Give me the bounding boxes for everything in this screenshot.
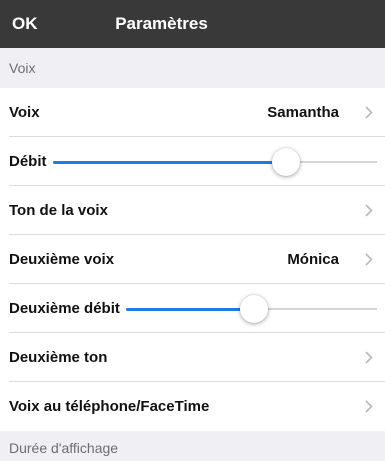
- page-title: Paramètres: [115, 14, 208, 33]
- rate-label: Débit: [9, 153, 47, 170]
- second-pitch-row[interactable]: Deuxième ton: [0, 333, 385, 382]
- second-rate-slider-thumb[interactable]: [239, 294, 268, 323]
- rate-slider[interactable]: [52, 147, 377, 177]
- second-voice-row[interactable]: Deuxième voix Mónica: [0, 235, 385, 284]
- second-rate-label: Deuxième débit: [9, 300, 120, 317]
- rate-slider-thumb[interactable]: [272, 147, 301, 176]
- second-pitch-label: Deuxième ton: [9, 349, 108, 366]
- second-rate-row: Deuxième débit: [0, 284, 385, 333]
- voice-label: Voix: [9, 104, 40, 121]
- facetime-voice-label: Voix au téléphone/FaceTime: [9, 398, 210, 415]
- voice-value: Samantha: [267, 104, 339, 121]
- chevron-right-icon: [353, 400, 373, 413]
- second-rate-slider-fill: [125, 307, 254, 311]
- nav-bar: OK Paramètres: [0, 0, 385, 48]
- rate-row: Débit: [0, 137, 385, 186]
- chevron-right-icon: [353, 351, 373, 364]
- pitch-row[interactable]: Ton de la voix: [0, 186, 385, 235]
- rate-slider-fill: [52, 160, 287, 164]
- facetime-voice-row[interactable]: Voix au téléphone/FaceTime: [0, 382, 385, 431]
- second-voice-label: Deuxième voix: [9, 251, 115, 268]
- chevron-right-icon: [353, 106, 373, 119]
- voice-row[interactable]: Voix Samantha: [0, 88, 385, 137]
- pitch-label: Ton de la voix: [9, 202, 108, 219]
- section-header-voice: Voix: [0, 48, 385, 88]
- section-header-display-duration: Durée d'affichage: [0, 431, 385, 461]
- second-voice-value: Mónica: [287, 251, 339, 268]
- second-rate-slider[interactable]: [125, 294, 377, 324]
- chevron-right-icon: [353, 253, 373, 266]
- chevron-right-icon: [353, 204, 373, 217]
